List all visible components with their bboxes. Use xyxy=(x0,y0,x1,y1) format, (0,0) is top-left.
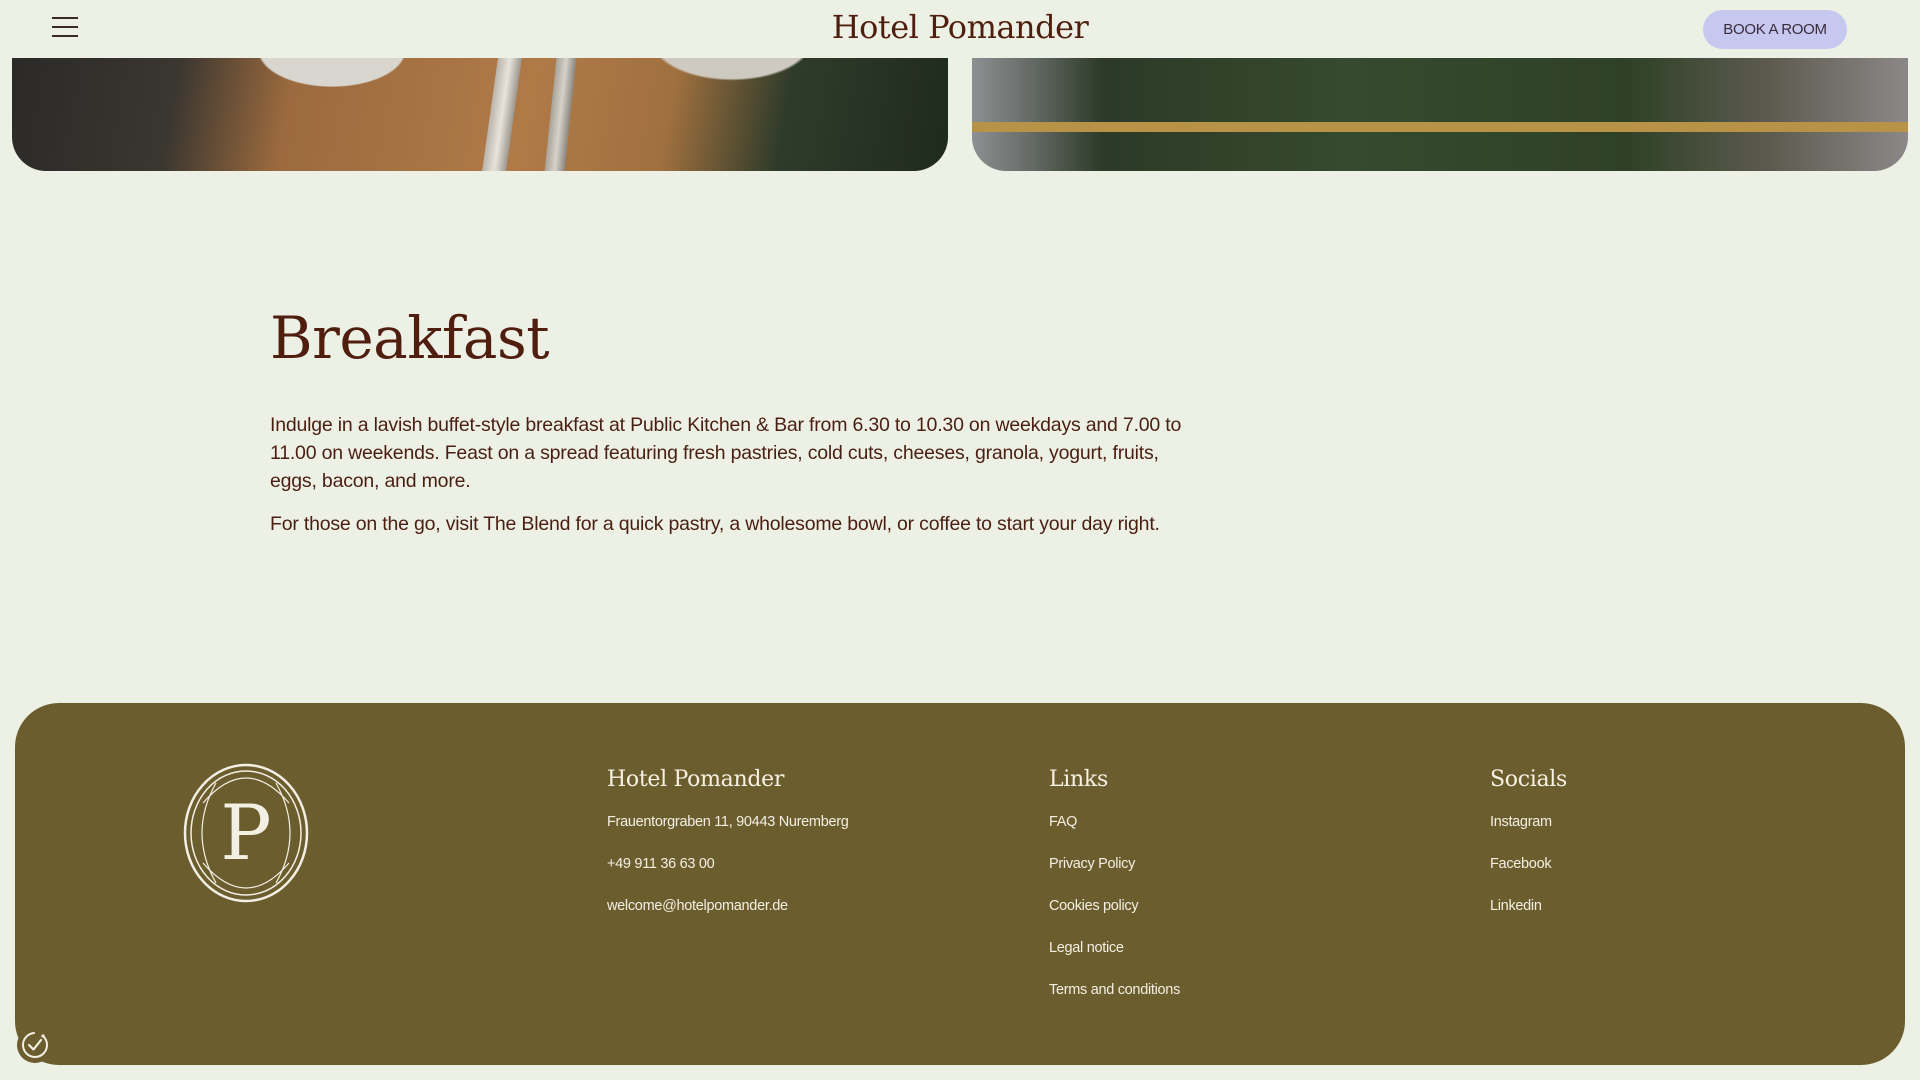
social-link-instagram[interactable]: Instagram xyxy=(1490,812,1567,854)
socials-title: Socials xyxy=(1490,767,1568,792)
social-link-linkedin[interactable]: Linkedin xyxy=(1490,896,1567,938)
links-title: Links xyxy=(1049,767,1108,792)
logo-letter: P xyxy=(220,788,271,877)
cookie-settings-icon[interactable] xyxy=(17,1027,53,1063)
footer-links-column: Links FAQ Privacy Policy Cookies policy … xyxy=(1049,767,1180,1022)
social-link-facebook[interactable]: Facebook xyxy=(1490,854,1567,896)
footer-link-terms[interactable]: Terms and conditions xyxy=(1049,980,1180,1022)
footer-link-privacy[interactable]: Privacy Policy xyxy=(1049,854,1180,896)
footer-link-cookies[interactable]: Cookies policy xyxy=(1049,896,1180,938)
footer-socials-column: Socials Instagram Facebook Linkedin xyxy=(1490,767,1567,938)
site-header: Hotel Pomander BOOK A ROOM xyxy=(0,0,1920,58)
address-text: Frauentorgraben 11, 90443 Nuremberg xyxy=(607,814,849,830)
footer-contact-column: Hotel Pomander Frauentorgraben 11, 90443… xyxy=(607,767,849,938)
site-footer: P Hotel Pomander Frauentorgraben 11, 904… xyxy=(15,703,1905,1065)
section-paragraph-2: For those on the go, visit The Blend for… xyxy=(270,513,1160,535)
footer-link-faq[interactable]: FAQ xyxy=(1049,812,1180,854)
book-room-button[interactable]: BOOK A ROOM xyxy=(1703,10,1847,49)
footer-link-legal[interactable]: Legal notice xyxy=(1049,938,1180,980)
contact-title: Hotel Pomander xyxy=(607,767,785,792)
site-logo-text[interactable]: Hotel Pomander xyxy=(0,8,1920,46)
section-paragraph-1: Indulge in a lavish buffet-style breakfa… xyxy=(270,414,1182,492)
section-title: Breakfast xyxy=(270,304,550,372)
pomander-logo: P xyxy=(183,763,309,903)
email-link[interactable]: welcome@hotelpomander.de xyxy=(607,896,849,938)
phone-link[interactable]: +49 911 36 63 00 xyxy=(607,854,849,896)
